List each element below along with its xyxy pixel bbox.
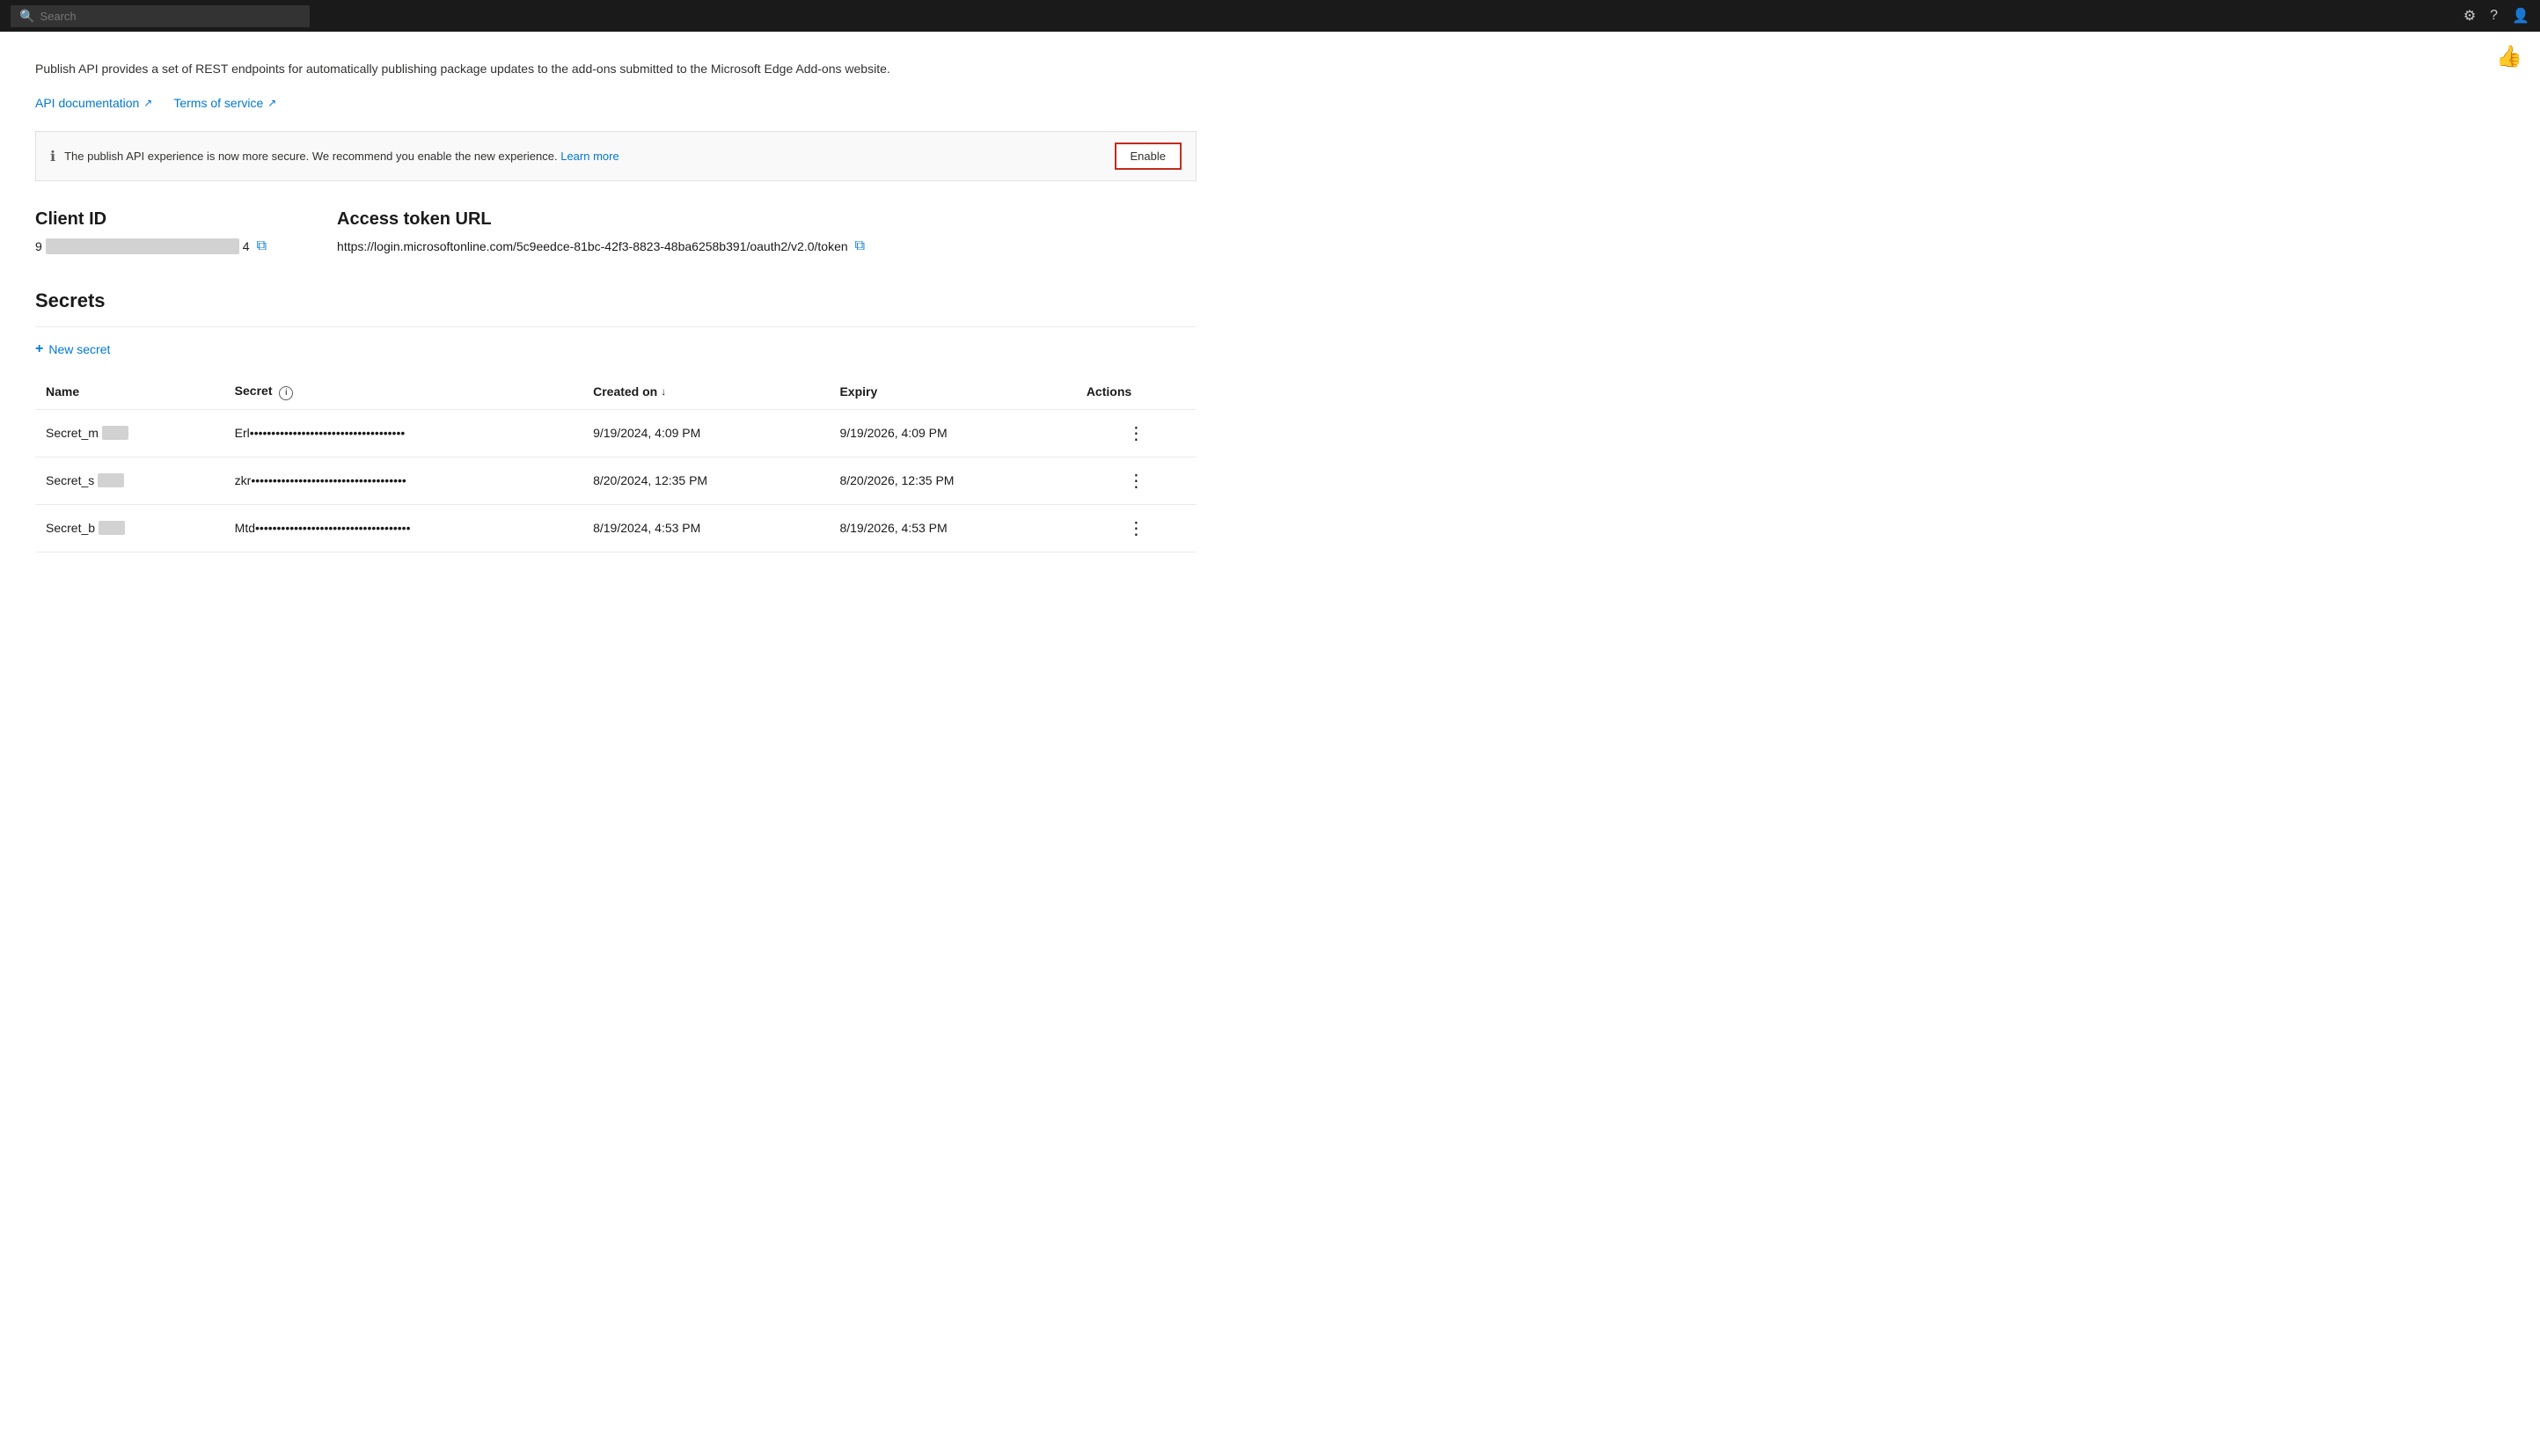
row2-expiry: 8/20/2026, 12:35 PM: [829, 457, 1075, 504]
client-id-masked: [46, 238, 239, 254]
col-actions: Actions: [1076, 375, 1197, 409]
main-content: Publish API provides a set of REST endpo…: [0, 32, 1232, 581]
search-input[interactable]: [40, 10, 301, 23]
row1-name: Secret_m: [35, 409, 224, 457]
row2-created-on: 8/20/2024, 12:35 PM: [582, 457, 829, 504]
col-created-on[interactable]: Created on ↓: [582, 375, 829, 409]
topbar-icons: ⚙ ? 👤: [2463, 7, 2529, 25]
row1-secret: Erl••••••••••••••••••••••••••••••••••••: [224, 409, 582, 457]
description-text: Publish API provides a set of REST endpo…: [35, 60, 1197, 78]
search-bar[interactable]: 🔍: [11, 5, 310, 27]
row1-expiry: 9/19/2026, 4:09 PM: [829, 409, 1075, 457]
access-token-label: Access token URL: [337, 209, 865, 230]
col-expiry: Expiry: [829, 375, 1075, 409]
name-masked: [98, 473, 124, 487]
row3-secret: Mtd••••••••••••••••••••••••••••••••••••: [224, 504, 582, 552]
api-docs-label: API documentation: [35, 96, 139, 110]
secrets-section: Secrets + New secret Name Secret i: [35, 289, 1197, 552]
new-secret-button[interactable]: + New secret: [35, 341, 110, 357]
row3-actions-menu[interactable]: ⋮: [1087, 517, 1186, 539]
row2-actions: ⋮: [1076, 457, 1197, 504]
table-row: Secret_b Mtd••••••••••••••••••••••••••••…: [35, 504, 1197, 552]
secrets-divider: [35, 326, 1197, 327]
name-masked: [102, 426, 128, 440]
row1-created-on: 9/19/2024, 4:09 PM: [582, 409, 829, 457]
secrets-title: Secrets: [35, 289, 1197, 312]
secret-info-icon[interactable]: i: [279, 386, 293, 400]
table-body: Secret_m Erl••••••••••••••••••••••••••••…: [35, 409, 1197, 552]
row3-actions: ⋮: [1076, 504, 1197, 552]
info-banner: ℹ The publish API experience is now more…: [35, 131, 1197, 181]
banner-message: The publish API experience is now more s…: [64, 150, 558, 163]
client-id-group: Client ID 9 4 ⧉: [35, 209, 267, 254]
banner-text: The publish API experience is now more s…: [64, 150, 1105, 163]
row2-name: Secret_s: [35, 457, 224, 504]
row2-actions-menu[interactable]: ⋮: [1087, 470, 1186, 492]
client-id-value: 9 4: [35, 238, 250, 254]
copy-client-id-icon[interactable]: ⧉: [257, 238, 267, 254]
feedback-button[interactable]: 👍: [2496, 44, 2522, 70]
plus-icon: +: [35, 341, 43, 357]
access-token-value-row: https://login.microsoftonline.com/5c9eed…: [337, 238, 865, 254]
client-id-prefix: 9: [35, 239, 42, 253]
help-icon[interactable]: ?: [2490, 8, 2498, 24]
client-id-suffix: 4: [243, 239, 250, 253]
account-icon[interactable]: 👤: [2512, 7, 2529, 25]
table-row: Secret_s zkr••••••••••••••••••••••••••••…: [35, 457, 1197, 504]
enable-button[interactable]: Enable: [1115, 143, 1182, 170]
access-token-group: Access token URL https://login.microsoft…: [337, 209, 865, 254]
name-masked: [99, 521, 125, 535]
terms-link[interactable]: Terms of service ↗: [173, 96, 276, 110]
col-secret: Secret i: [224, 375, 582, 409]
search-icon: 🔍: [19, 9, 34, 24]
client-id-label: Client ID: [35, 209, 267, 230]
header-row: Name Secret i Created on ↓ Expiry: [35, 375, 1197, 409]
table-header: Name Secret i Created on ↓ Expiry: [35, 375, 1197, 409]
row1-actions-menu[interactable]: ⋮: [1087, 422, 1186, 444]
client-id-value-row: 9 4 ⧉: [35, 238, 267, 254]
row3-name: Secret_b: [35, 504, 224, 552]
external-link-icon: ↗: [143, 97, 152, 109]
external-link-icon-2: ↗: [267, 97, 276, 109]
terms-label: Terms of service: [173, 96, 263, 110]
settings-icon[interactable]: ⚙: [2463, 7, 2476, 25]
secrets-table: Name Secret i Created on ↓ Expiry: [35, 375, 1197, 552]
fields-row: Client ID 9 4 ⧉ Access token URL https:/…: [35, 209, 1197, 254]
row3-created-on: 8/19/2024, 4:53 PM: [582, 504, 829, 552]
row1-actions: ⋮: [1076, 409, 1197, 457]
sort-icon: ↓: [661, 385, 666, 398]
topbar: 🔍 ⚙ ? 👤: [0, 0, 2540, 32]
learn-more-link[interactable]: Learn more: [560, 150, 619, 163]
col-name: Name: [35, 375, 224, 409]
info-icon: ℹ: [50, 148, 55, 165]
access-token-url: https://login.microsoftonline.com/5c9eed…: [337, 239, 848, 253]
row3-expiry: 8/19/2026, 4:53 PM: [829, 504, 1075, 552]
copy-token-url-icon[interactable]: ⧉: [855, 238, 865, 254]
new-secret-label: New secret: [48, 342, 110, 356]
table-row: Secret_m Erl••••••••••••••••••••••••••••…: [35, 409, 1197, 457]
api-docs-link[interactable]: API documentation ↗: [35, 96, 152, 110]
links-row: API documentation ↗ Terms of service ↗: [35, 96, 1197, 110]
row2-secret: zkr••••••••••••••••••••••••••••••••••••: [224, 457, 582, 504]
